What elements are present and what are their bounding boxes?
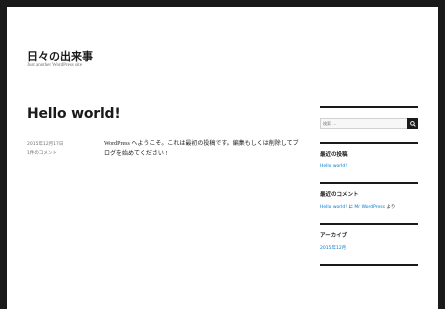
widget-divider	[320, 223, 418, 225]
archive-link[interactable]: 2015年12月	[320, 245, 418, 251]
search-input[interactable]	[321, 119, 407, 128]
recent-comment-connector: に	[348, 205, 353, 210]
recent-comment-post-link[interactable]: Hello world!	[320, 205, 347, 210]
widget-divider	[320, 142, 418, 144]
recent-posts-title: 最近の投稿	[320, 152, 348, 158]
widget-divider	[320, 264, 418, 266]
sidebar: 最近の投稿 Hello world! 最近のコメント Hello world! …	[320, 106, 418, 266]
post-date[interactable]: 2015年12月17日	[27, 141, 63, 147]
post-title[interactable]: Hello world!	[27, 106, 121, 122]
recent-comment-suffix: より	[386, 205, 396, 210]
recent-comment-author-link[interactable]: Mr WordPress	[354, 205, 385, 210]
search-form	[320, 118, 418, 129]
search-button[interactable]	[407, 118, 418, 129]
post-comments-link[interactable]: 1件のコメント	[27, 150, 57, 156]
widget-divider	[320, 106, 418, 108]
recent-comment-item: Hello world! に Mr WordPress より	[320, 204, 418, 210]
site-description: Just another WordPress site	[27, 63, 82, 68]
archives-title: アーカイブ	[320, 233, 348, 239]
page: 日々の出来事 Just another WordPress site Hello…	[7, 7, 438, 309]
widget-divider	[320, 182, 418, 184]
post-content: WordPress へようこそ。これは最初の投稿です。編集もしくは削除してブログ…	[104, 141, 299, 157]
site-title[interactable]: 日々の出来事	[27, 48, 93, 64]
search-icon	[409, 120, 416, 127]
recent-comments-title: 最近のコメント	[320, 192, 359, 198]
recent-post-link[interactable]: Hello world!	[320, 164, 418, 169]
